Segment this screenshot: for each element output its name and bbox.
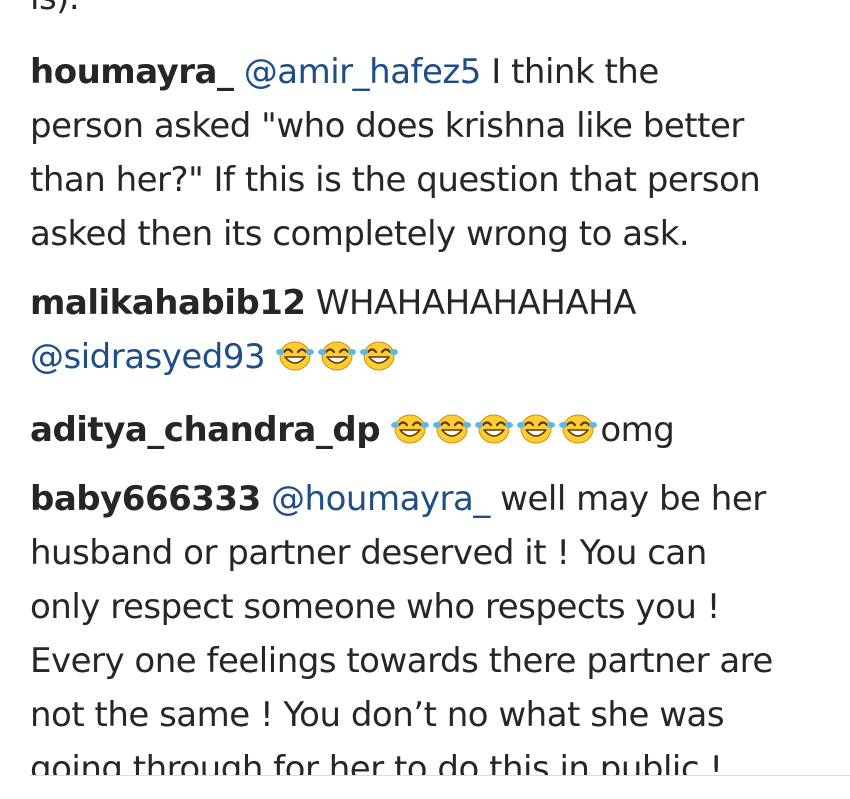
face-with-tears-of-joy-icon (360, 341, 399, 371)
face-with-tears-of-joy-icon (517, 414, 556, 444)
comment-text: husband or partner deserved it ! You can (30, 533, 707, 573)
divider (30, 775, 850, 776)
emoji-group (275, 337, 401, 377)
face-with-tears-of-joy-icon (475, 414, 514, 444)
face-with-tears-of-joy-icon (276, 341, 315, 371)
comment-mention[interactable]: @houmayra_ (271, 479, 490, 519)
face-with-tears-of-joy-icon (433, 414, 472, 444)
comment-mention[interactable]: @amir_hafez5 (244, 52, 482, 92)
comment-text: not the same ! You don’t no what she was (30, 695, 725, 735)
comment-username[interactable]: houmayra_ (30, 52, 234, 92)
face-with-tears-of-joy-icon (318, 341, 357, 371)
comment-text: than her?" If this is the question that … (30, 160, 761, 200)
comment-mention[interactable]: @sidrasyed93 (30, 337, 266, 377)
comment-text: asked then its completely wrong to ask. (30, 214, 690, 254)
comment-username[interactable]: aditya_chandra_dp (30, 410, 381, 450)
comment-username[interactable]: malikahabib12 (30, 283, 306, 323)
comment-text: Every one feelings towards there partner… (30, 641, 773, 681)
comment-text: going through for her to do this in publ… (30, 749, 723, 775)
comment-text: only respect someone who respects you ! (30, 587, 720, 627)
previous-comment-fragment: is). (30, 0, 80, 18)
comment-username[interactable]: baby666333 (30, 479, 261, 519)
comment-list: is). houmayra_ @amir_hafez5 I think the … (0, 0, 850, 775)
face-with-tears-of-joy-icon (559, 414, 598, 444)
comment-text: person asked "who does krishna like bett… (30, 106, 744, 146)
emoji-group (390, 410, 600, 450)
comment-text: well may be her (500, 479, 766, 519)
comment-text: WHAHAHAHAHAHA (315, 283, 637, 323)
comment-text: I think the (491, 52, 659, 92)
comment-text: omg (600, 410, 675, 450)
face-with-tears-of-joy-icon (391, 414, 430, 444)
